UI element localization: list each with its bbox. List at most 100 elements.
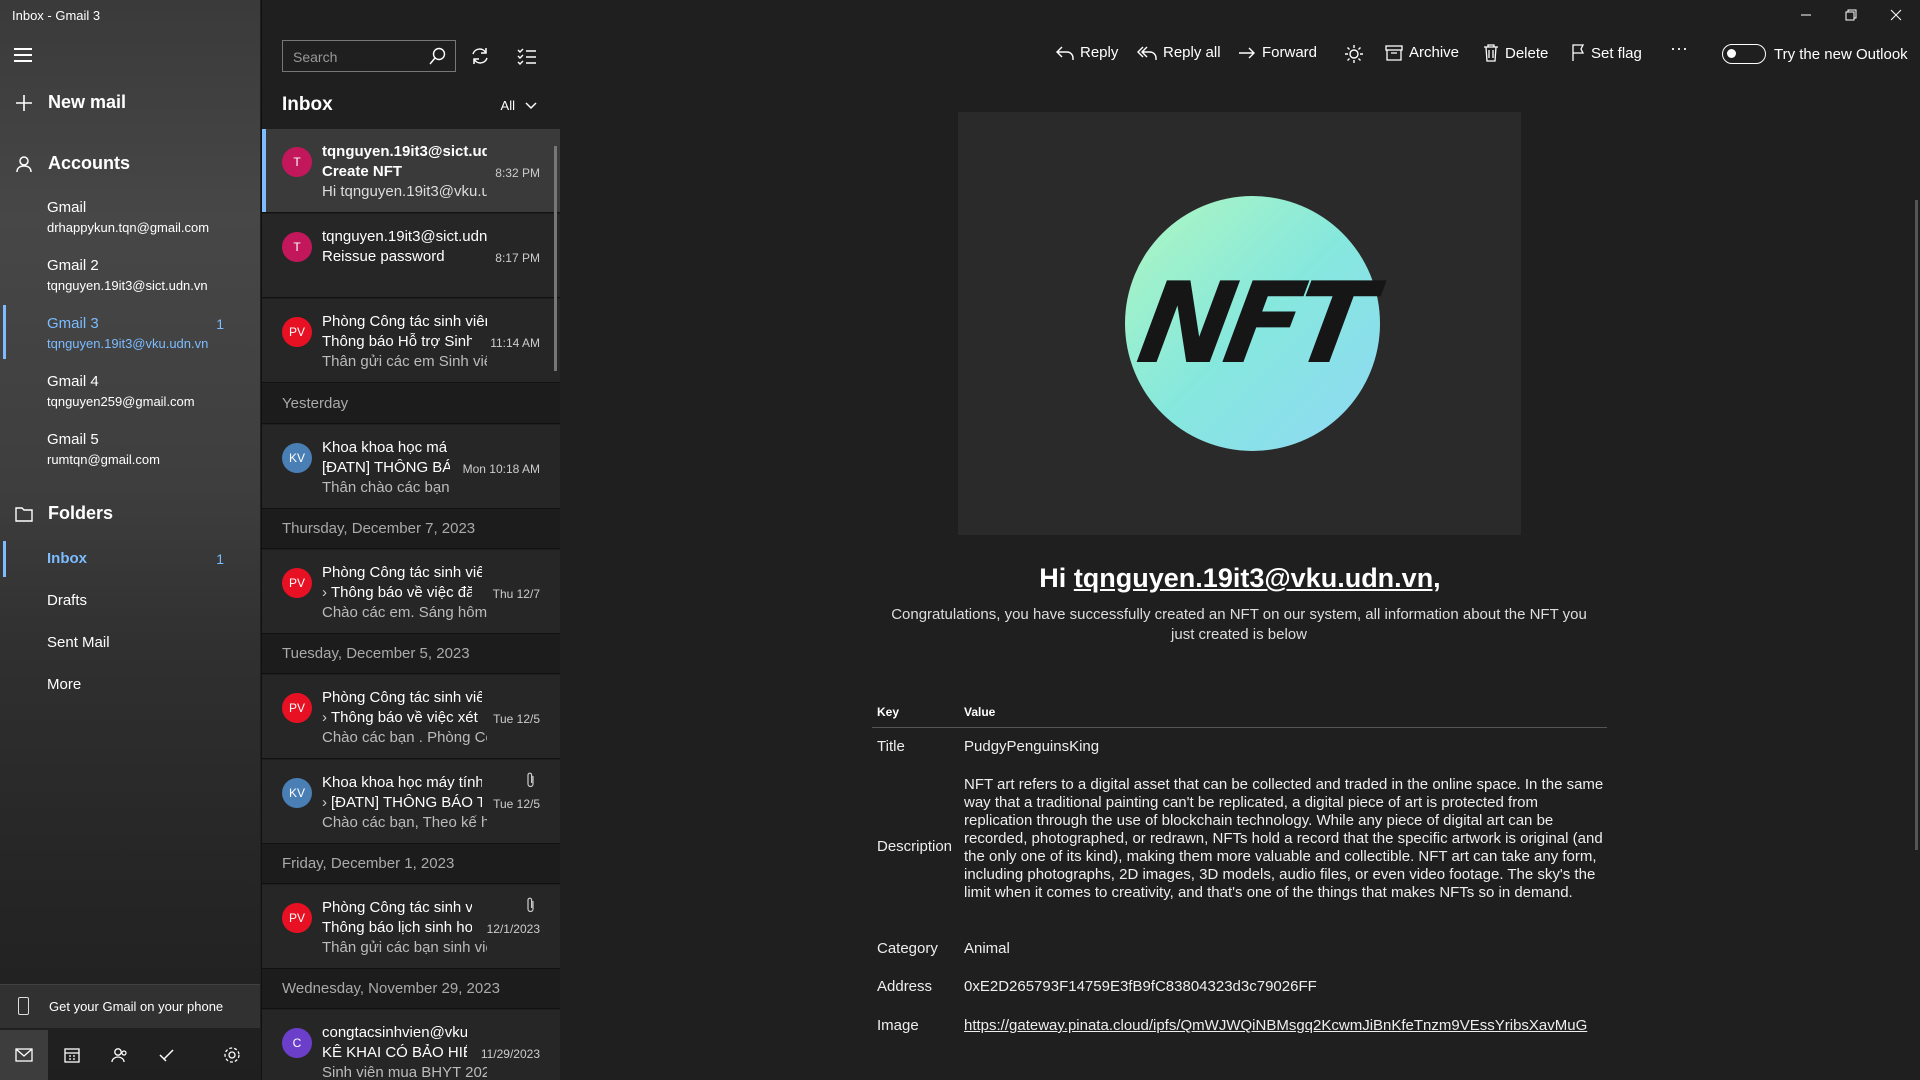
row-value: NFT art refers to a digital asset that c… (964, 776, 1604, 901)
avatar: T (282, 232, 312, 262)
message-preview: Chào các bạn . Phòng Công (322, 729, 487, 746)
new-mail-button[interactable]: New mail (14, 92, 126, 113)
selected-folder-indicator (3, 541, 6, 577)
account-item-gmail-2[interactable]: Gmail 2 tqnguyen.19it3@sict.udn.vn (47, 257, 208, 293)
message-sender: Phòng Công tác sinh viên (322, 899, 472, 916)
thread-chevron-icon[interactable]: › (322, 794, 327, 811)
chevron-down-icon (525, 98, 537, 113)
row-key: Image (877, 1017, 919, 1034)
thread-chevron-icon[interactable]: › (322, 584, 327, 601)
list-item[interactable]: KV Khoa khoa học máy tính [ĐATN] THÔNG B… (262, 425, 560, 509)
date-group-header: Yesterday (262, 384, 560, 424)
account-name: Gmail 4 (47, 373, 99, 390)
column-header-value: Value (964, 705, 996, 719)
list-scrollbar[interactable] (554, 146, 557, 371)
person-icon (14, 154, 34, 174)
avatar: KV (282, 778, 312, 808)
minimize-icon[interactable] (1800, 8, 1812, 24)
message-time: 11:14 AM (490, 336, 540, 350)
list-item[interactable]: PV Phòng Công tác sinh viên Thông báo Hỗ… (262, 299, 560, 383)
forward-label: Forward (1262, 44, 1318, 61)
row-key: Category (877, 940, 938, 957)
row-key: Address (877, 978, 933, 995)
folders-header[interactable]: Folders (14, 503, 113, 524)
account-item-gmail-5[interactable]: Gmail 5 rumtqn@gmail.com (47, 431, 160, 467)
app-switcher-bar (0, 1030, 260, 1080)
mail-icon[interactable] (0, 1030, 48, 1080)
selection-mode-icon[interactable] (517, 46, 537, 71)
email-hero-image: NFT (958, 112, 1521, 535)
toggle-switch[interactable] (1722, 44, 1766, 64)
folder-title: Inbox (282, 94, 333, 115)
message-preview: Hi tqnguyen.19it3@vku.udn.vn, (322, 183, 487, 200)
reading-pane-scrollbar[interactable] (1915, 200, 1918, 850)
folder-drafts[interactable]: Drafts (47, 592, 87, 609)
hamburger-menu-icon[interactable] (14, 48, 32, 62)
reply-all-label: Reply all (1163, 44, 1221, 61)
reply-all-icon (1137, 46, 1157, 60)
account-item-gmail[interactable]: Gmail drhappykun.tqn@gmail.com (47, 199, 209, 235)
folder-icon (14, 504, 34, 524)
row-key: Title (877, 738, 905, 755)
list-item[interactable]: T tqnguyen.19it3@sict.udn.vn Reissue pas… (262, 214, 560, 298)
brightness-icon[interactable] (1344, 44, 1364, 64)
restore-icon[interactable] (1845, 8, 1857, 24)
try-new-outlook-toggle[interactable]: Try the new Outlook (1722, 44, 1908, 64)
message-sender: Phòng Công tác sinh viên (322, 564, 482, 581)
get-app-promo[interactable]: Get your Gmail on your phone (0, 984, 260, 1028)
reply-button[interactable]: Reply (1056, 44, 1118, 61)
greeting-prefix: Hi (1039, 563, 1074, 593)
delete-label: Delete (1505, 44, 1549, 62)
list-item[interactable]: PV Phòng Công tác sinh viên › Thông báo v… (262, 675, 560, 759)
reply-all-button[interactable]: Reply all (1137, 44, 1221, 61)
search-icon[interactable] (429, 47, 447, 70)
thread-chevron-icon[interactable]: › (322, 709, 327, 726)
todo-icon[interactable] (144, 1030, 192, 1080)
message-subject: › Thông báo về việc xét (322, 709, 482, 726)
table-header: Key Value (872, 700, 1607, 728)
filter-dropdown[interactable]: All (501, 98, 537, 113)
avatar: PV (282, 317, 312, 347)
accounts-header[interactable]: Accounts (14, 153, 130, 174)
message-sender: tqnguyen.19it3@sict.udn.vn (322, 228, 487, 245)
mail-app: Inbox - Gmail 3 New mail Accounts Gmail … (0, 0, 1920, 1080)
plus-icon (14, 93, 34, 113)
account-item-gmail-3[interactable]: Gmail 3 tqnguyen.19it3@vku.udn.vn (47, 315, 208, 351)
list-item[interactable]: KV Khoa khoa học máy tính › [ĐATN] THÔNG … (262, 760, 560, 844)
trash-icon (1484, 44, 1498, 62)
set-flag-button[interactable]: Set flag (1571, 44, 1642, 62)
message-time: Tue 12/5 (493, 797, 540, 811)
folder-sent-mail[interactable]: Sent Mail (47, 634, 110, 651)
try-outlook-label: Try the new Outlook (1774, 45, 1908, 63)
message-subject: Thông báo lịch sinh hoạt (322, 919, 472, 936)
delete-button[interactable]: Delete (1483, 44, 1548, 62)
account-name: Gmail 2 (47, 257, 99, 274)
archive-button[interactable]: Archive (1385, 44, 1459, 61)
sync-icon[interactable] (470, 46, 490, 71)
account-email: tqnguyen.19it3@sict.udn.vn (47, 278, 208, 293)
archive-label: Archive (1409, 44, 1460, 61)
account-item-gmail-4[interactable]: Gmail 4 tqnguyen259@gmail.com (47, 373, 195, 409)
subject-text: Thông báo về việc đăng ký (331, 584, 472, 601)
message-time: 11/29/2023 (480, 1047, 540, 1061)
calendar-icon[interactable] (48, 1030, 96, 1080)
list-item[interactable]: C congtacsinhvien@vku.udn.vn KÊ KHAI CÓ … (262, 1010, 560, 1080)
settings-gear-icon[interactable] (208, 1030, 256, 1080)
forward-button[interactable]: Forward (1238, 44, 1317, 61)
close-icon[interactable] (1890, 8, 1902, 24)
people-icon[interactable] (96, 1030, 144, 1080)
folder-more[interactable]: More (47, 676, 81, 693)
archive-icon (1385, 44, 1403, 61)
account-unread-count: 1 (216, 316, 224, 332)
more-actions-button[interactable]: ··· (1670, 38, 1688, 59)
filter-value: All (500, 98, 515, 113)
image-link[interactable]: https://gateway.pinata.cloud/ipfs/QmWJWQ… (964, 1017, 1604, 1035)
message-preview: Sinh viên mua BHYT 2024 (322, 1064, 487, 1080)
search-input[interactable]: Search (282, 40, 456, 72)
list-item[interactable]: T tqnguyen.19it3@sict.udn.vn Create NFT … (262, 129, 560, 213)
list-item[interactable]: PV Phòng Công tác sinh viên Thông báo lị… (262, 885, 560, 969)
greeting-email-link[interactable]: tqnguyen.19it3@vku.udn.vn, (1074, 563, 1441, 593)
list-item[interactable]: PV Phòng Công tác sinh viên › Thông báo v… (262, 550, 560, 634)
folder-inbox[interactable]: Inbox (47, 550, 87, 567)
message-preview: Thân gửi các bạn sinh viên (322, 939, 487, 956)
